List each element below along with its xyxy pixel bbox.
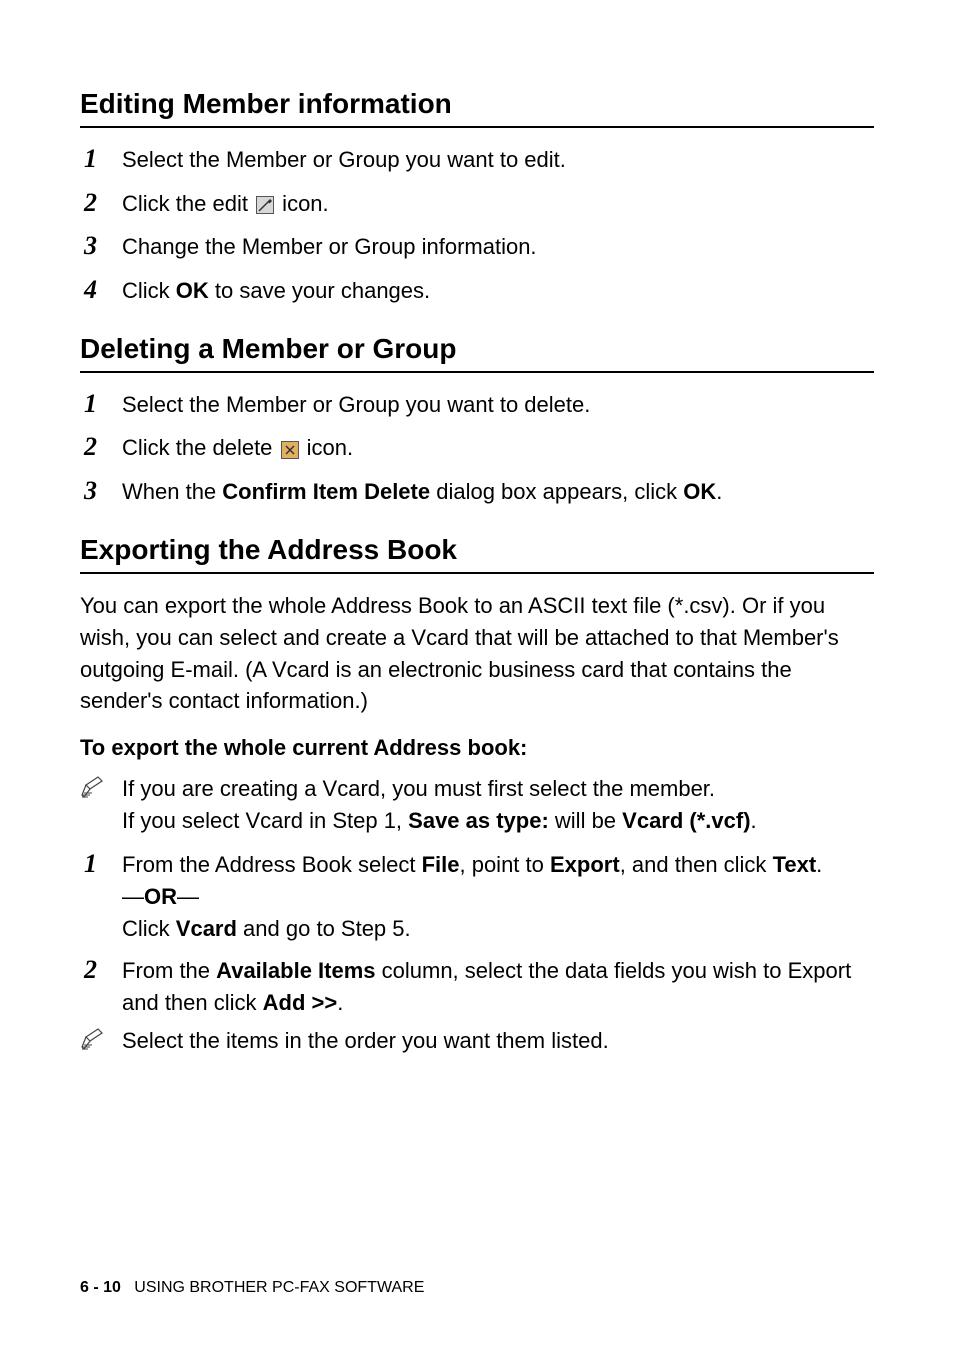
step-row: 1Select the Member or Group you want to … [80,385,874,423]
note-icon [80,1025,122,1060]
step-text: From the Address Book select File, point… [122,849,874,945]
step-row: 1Select the Member or Group you want to … [80,140,874,178]
step-row: 4Click OK to save your changes. [80,271,874,309]
note-icon [80,773,122,808]
step-number: 1 [80,385,122,423]
rule [80,126,874,128]
step-row: 3When the Confirm Item Delete dialog box… [80,472,874,510]
step-text: Click the edit icon. [122,188,874,220]
steps-editing: 1Select the Member or Group you want to … [80,140,874,309]
step-text: When the Confirm Item Delete dialog box … [122,476,874,508]
note-row-2: Select the items in the order you want t… [80,1025,874,1060]
heading-deleting: Deleting a Member or Group [80,333,874,365]
rule [80,572,874,574]
step-text: Click OK to save your changes. [122,275,874,307]
footer-pagenum: 6 - 10 [80,1279,121,1296]
note1-line2: If you select Vcard in Step 1, Save as t… [122,805,874,837]
note-text-2: Select the items in the order you want t… [122,1025,874,1057]
step-text: Change the Member or Group information. [122,231,874,263]
exporting-intro: You can export the whole Address Book to… [80,590,874,718]
heading-exporting: Exporting the Address Book [80,534,874,566]
step-number: 1 [80,845,122,883]
note-row-1: If you are creating a Vcard, you must fi… [80,773,874,837]
exporting-subheading: To export the whole current Address book… [80,735,874,761]
heading-editing: Editing Member information [80,88,874,120]
step-number: 3 [80,472,122,510]
step-text: Select the Member or Group you want to e… [122,144,874,176]
section-deleting: Deleting a Member or Group 1Select the M… [80,333,874,510]
rule [80,371,874,373]
steps-deleting: 1Select the Member or Group you want to … [80,385,874,510]
step-text: Select the Member or Group you want to d… [122,389,874,421]
step-row: 2From the Available Items column, select… [80,951,874,1019]
step-row: 1From the Address Book select File, poin… [80,845,874,945]
note1-line1: If you are creating a Vcard, you must fi… [122,773,874,805]
step-text: From the Available Items column, select … [122,955,874,1019]
footer-title: USING BROTHER PC-FAX SOFTWARE [134,1279,424,1296]
section-exporting: Exporting the Address Book You can expor… [80,534,874,1060]
step-number: 1 [80,140,122,178]
step-number: 2 [80,184,122,222]
note-text-1: If you are creating a Vcard, you must fi… [122,773,874,837]
section-editing: Editing Member information 1Select the M… [80,88,874,309]
step-row: 2Click the delete icon. [80,428,874,466]
step-number: 4 [80,271,122,309]
page-footer: 6 - 10 USING BROTHER PC-FAX SOFTWARE [80,1279,424,1297]
step-number: 2 [80,951,122,989]
step-number: 2 [80,428,122,466]
step-text: Click the delete icon. [122,432,874,464]
steps-exporting: 1From the Address Book select File, poin… [80,845,874,1018]
step-row: 3Change the Member or Group information. [80,227,874,265]
step-number: 3 [80,227,122,265]
step-row: 2Click the edit icon. [80,184,874,222]
